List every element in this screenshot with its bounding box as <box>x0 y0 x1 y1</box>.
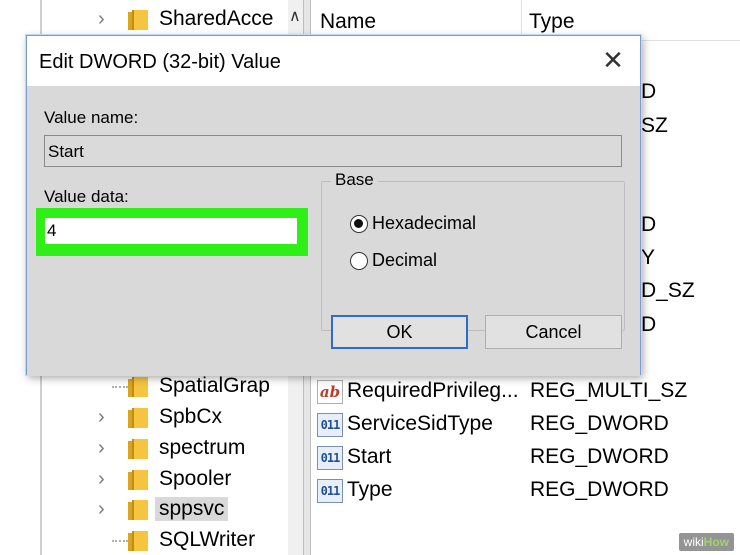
edit-dword-dialog: Edit DWORD (32-bit) Value ✕ Value name: … <box>26 35 641 376</box>
folder-icon <box>128 377 148 397</box>
chevron-right-icon[interactable]: › <box>98 498 105 521</box>
close-icon[interactable]: ✕ <box>600 45 626 75</box>
string-value-icon: ab <box>317 380 343 404</box>
tree-connector <box>112 540 128 542</box>
dialog-title: Edit DWORD (32-bit) Value <box>39 51 281 73</box>
base-label: Base <box>331 170 378 190</box>
folder-icon <box>128 500 148 520</box>
value-data-label: Value data: <box>44 187 129 206</box>
list-type-partial: D <box>641 213 657 236</box>
binary-value-icon: 011 <box>317 413 343 437</box>
value-name-field: Start <box>44 135 622 167</box>
radio-unselected-icon[interactable] <box>350 252 368 270</box>
list-row[interactable]: ab RequiredPrivileg... REG_MULTI_SZ <box>311 375 740 408</box>
chevron-right-icon[interactable]: › <box>98 8 105 31</box>
binary-value-icon: 011 <box>317 479 343 503</box>
value-name: Start <box>347 445 392 468</box>
folder-icon <box>128 531 148 551</box>
binary-value-icon: 011 <box>317 446 343 470</box>
list-type-partial: D_SZ <box>641 279 695 302</box>
value-name: Type <box>347 478 393 501</box>
scroll-up-icon[interactable]: ∧ <box>289 6 301 26</box>
list-type-partial: Y <box>641 246 656 269</box>
list-type-partial: D <box>641 80 657 103</box>
radio-hexadecimal-label[interactable]: Hexadecimal <box>372 213 476 234</box>
folder-icon <box>128 470 148 490</box>
column-header-name[interactable]: Name <box>320 10 376 34</box>
watermark-wiki: wiki <box>683 535 704 549</box>
tree-item-label: SQLWriter <box>159 528 256 551</box>
cancel-button[interactable]: Cancel <box>485 315 622 349</box>
tree-item-sharedacce[interactable]: › SharedAcce <box>0 4 300 35</box>
list-row[interactable]: 011 Type REG_DWORD <box>311 474 740 507</box>
dialog-body: Value name: Start Value data: 4 Base Hex… <box>27 86 640 376</box>
column-header-type[interactable]: Type <box>529 10 575 34</box>
list-type-partial: SZ <box>641 114 668 137</box>
folder-icon <box>128 408 148 428</box>
tree-item-label: sppsvc <box>155 497 229 521</box>
value-data-highlight: 4 <box>36 208 308 256</box>
value-name: ServiceSidType <box>347 412 493 435</box>
chevron-right-icon[interactable]: › <box>98 406 105 429</box>
tree-item-spbcx[interactable]: › SpbCx <box>0 402 300 433</box>
dialog-titlebar[interactable]: Edit DWORD (32-bit) Value ✕ <box>27 36 640 86</box>
watermark-how: How <box>703 535 729 549</box>
tree-item-label: SpatialGrap <box>159 374 270 397</box>
tree-item-label: spectrum <box>159 436 246 459</box>
tree-item-sqlwriter[interactable]: SQLWriter <box>0 525 300 555</box>
value-type: REG_DWORD <box>530 478 669 501</box>
folder-icon <box>128 10 148 30</box>
list-type-partial: D <box>641 313 657 336</box>
tree-item-spectrum[interactable]: › spectrum <box>0 433 300 464</box>
value-type: REG_MULTI_SZ <box>530 379 688 402</box>
value-name-label: Value name: <box>44 108 139 127</box>
tree-item-label: Spooler <box>159 467 232 490</box>
list-row[interactable]: 011 Start REG_DWORD <box>311 441 740 474</box>
radio-selected-icon[interactable] <box>350 215 368 233</box>
tree-item-spooler[interactable]: › Spooler <box>0 464 300 495</box>
value-data-input[interactable]: 4 <box>45 218 297 244</box>
column-separator[interactable] <box>521 0 522 40</box>
value-type: REG_DWORD <box>530 445 669 468</box>
chevron-right-icon[interactable]: › <box>98 437 105 460</box>
tree-item-sppsvc[interactable]: › sppsvc <box>0 494 300 525</box>
base-groupbox: Base Hexadecimal Decimal <box>321 170 625 331</box>
wikihow-watermark: wikiHow <box>678 533 734 551</box>
value-type: REG_DWORD <box>530 412 669 435</box>
ok-button[interactable]: OK <box>331 315 468 349</box>
list-row[interactable]: 011 ServiceSidType REG_DWORD <box>311 408 740 441</box>
chevron-right-icon[interactable]: › <box>98 468 105 491</box>
folder-icon <box>128 439 148 459</box>
tree-item-label: SpbCx <box>159 405 223 428</box>
tree-connector <box>112 386 128 388</box>
radio-decimal-label[interactable]: Decimal <box>372 250 437 271</box>
tree-item-label: SharedAcce <box>159 7 274 30</box>
value-name: RequiredPrivileg... <box>347 379 519 402</box>
